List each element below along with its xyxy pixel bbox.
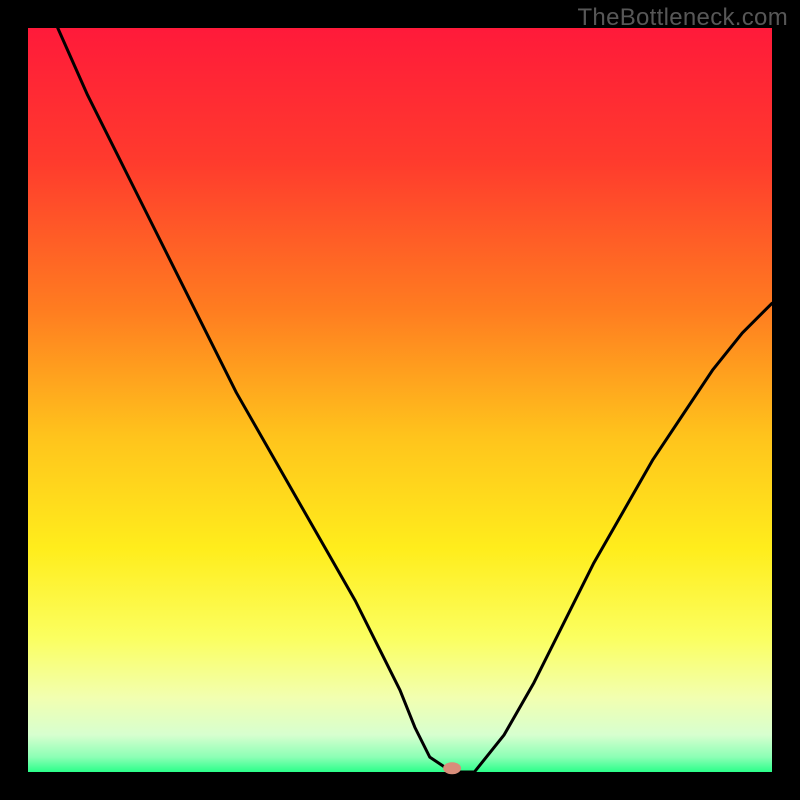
- watermark-text: TheBottleneck.com: [577, 4, 788, 32]
- plot-background: [28, 28, 772, 772]
- bottleneck-chart: [0, 0, 800, 800]
- chart-frame: TheBottleneck.com: [0, 0, 800, 800]
- optimum-marker: [443, 762, 461, 774]
